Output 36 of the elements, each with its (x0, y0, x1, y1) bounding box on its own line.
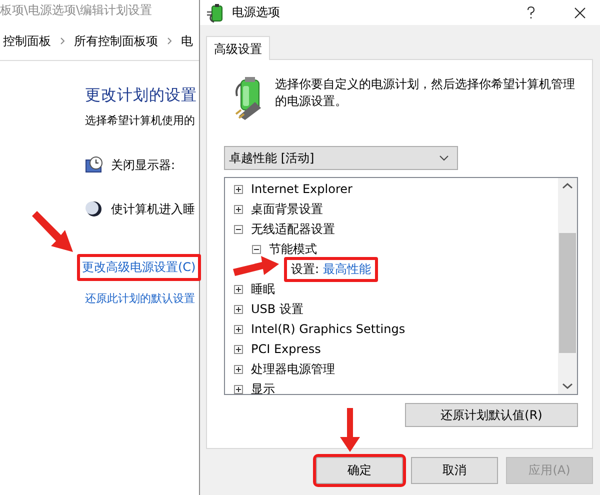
power-plug-icon (206, 2, 224, 22)
window-title: 电源选项 (232, 4, 280, 21)
tree-item[interactable]: USB 设置 (251, 300, 304, 318)
tree-item[interactable]: Intel(R) Graphics Settings (251, 322, 406, 336)
help-icon (526, 6, 536, 19)
chevron-icon (60, 37, 65, 45)
page-subtitle: 选择希望计算机使用的 (85, 113, 196, 128)
tree-item[interactable]: 无线适配器设置 (251, 220, 335, 238)
page-title: 更改计划的设置 (85, 85, 198, 106)
dialog-button[interactable]: 确定 (316, 457, 403, 484)
setting-label: 关闭显示器: (111, 156, 176, 174)
setting-label: 使计算机进入睡 (111, 200, 195, 218)
link[interactable]: 还原此计划的默认设置 (83, 289, 197, 308)
address-path: 板项\电源选项\编辑计划设置 (0, 2, 154, 19)
description-text: 选择你要自定义的电源计划，然后选择你希望计算机管理的电源设置。 (275, 76, 576, 110)
breadcrumb-item[interactable]: 控制面板 (3, 32, 51, 50)
dialog-button[interactable]: 取消 (411, 457, 498, 484)
plan-dropdown[interactable]: 卓越性能 [活动] (224, 146, 458, 170)
tree-item[interactable]: PCI Express (251, 342, 321, 356)
dropdown-caret-icon (439, 155, 449, 161)
restore-defaults-button[interactable]: 还原计划默认值(R) (405, 403, 578, 427)
moon-icon (85, 200, 103, 218)
tree-item[interactable]: Internet Explorer (251, 182, 352, 196)
tab[interactable]: 高级设置 (206, 36, 270, 60)
tree-item[interactable]: 睡眠 (251, 280, 275, 298)
breadcrumb-item[interactable]: 所有控制面板项 (74, 32, 158, 50)
tree-item[interactable]: 显示 (251, 380, 275, 394)
breadcrumb-item[interactable]: 电 (181, 32, 193, 50)
clock-monitor-icon (85, 156, 103, 174)
tree-item[interactable]: 桌面背景设置 (251, 200, 323, 218)
tree-item[interactable]: 节能模式 (269, 240, 317, 258)
tree-setting[interactable]: 设置: 最高性能 (284, 256, 378, 282)
tree-item[interactable]: 处理器电源管理 (251, 360, 335, 378)
link[interactable]: 更改高级电源设置(C) (77, 254, 201, 281)
chevron-icon (167, 37, 172, 45)
close-icon (574, 6, 586, 18)
